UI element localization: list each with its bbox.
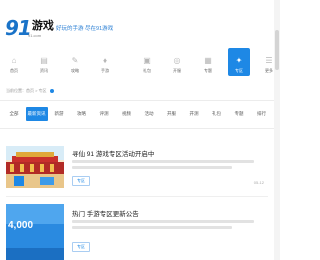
gift-icon: ▣: [143, 56, 151, 65]
page-scrollbar[interactable]: [274, 0, 280, 260]
tab-10[interactable]: 专题: [228, 107, 250, 121]
tab-9[interactable]: 礼包: [206, 107, 228, 121]
nav-item-0[interactable]: ⌂ 首页: [3, 48, 25, 78]
article-item[interactable]: 寻仙 91 游戏专区活动开启中 专区 05-12: [0, 140, 274, 192]
tab-0[interactable]: 全部: [3, 107, 25, 121]
article-tag[interactable]: 专区: [72, 242, 90, 252]
tab-3[interactable]: 攻略: [71, 107, 93, 121]
nav-item-label: 开服: [173, 68, 181, 73]
nav-item-5[interactable]: ◎ 开服: [166, 48, 188, 78]
server-icon: ◎: [173, 56, 181, 65]
nav-item-label: 资讯: [40, 68, 48, 73]
nav-item-label: 专区: [235, 68, 243, 73]
tab-4[interactable]: 评测: [93, 107, 115, 121]
nav-item-label: 更多: [265, 68, 273, 73]
scrollbar-thumb[interactable]: [275, 30, 279, 70]
tab-1[interactable]: 最新资讯: [25, 107, 48, 121]
nav-item-label: 手游: [101, 68, 109, 73]
site-header: 91 游戏 91.com 好玩的手游 尽在91游戏: [0, 0, 280, 46]
more-icon: ☰: [265, 56, 273, 65]
nav-item-4[interactable]: ▣ 礼包: [136, 48, 158, 78]
site-slogan: 好玩的手游 尽在91游戏: [56, 26, 114, 32]
tab-7[interactable]: 开服: [161, 107, 183, 121]
nav-item-1[interactable]: ▤ 资讯: [33, 48, 55, 78]
article-title[interactable]: 热门 手游专区更新公告: [72, 208, 139, 218]
nav-item-2[interactable]: ✎ 攻略: [64, 48, 86, 78]
article-item[interactable]: 4,000 热门 手游专区更新公告 专区: [0, 200, 274, 260]
divider: [0, 100, 274, 101]
breadcrumb-text: 当前位置：首页 > 专区: [6, 88, 47, 93]
news-icon: ▤: [40, 56, 48, 65]
nav-item-label: 礼包: [143, 68, 151, 73]
logo-number: 91: [5, 16, 32, 40]
thumbnail-number: 4,000: [8, 220, 34, 231]
nav-item-label: 攻略: [71, 68, 79, 73]
nav-item-label: 专题: [204, 68, 212, 73]
tab-11[interactable]: 排行: [251, 107, 273, 121]
article-date: 05-12: [253, 180, 264, 185]
article-summary: [72, 160, 262, 174]
article-thumbnail[interactable]: [6, 146, 64, 188]
logo-text: 游戏: [31, 19, 54, 32]
tab-6[interactable]: 活动: [138, 107, 160, 121]
breadcrumb: 当前位置：首页 > 专区: [6, 88, 54, 94]
tab-8[interactable]: 开测: [183, 107, 205, 121]
article-title[interactable]: 寻仙 91 游戏专区活动开启中: [72, 148, 154, 158]
tab-5[interactable]: 视频: [116, 107, 138, 121]
home-icon: ⌂: [11, 56, 17, 65]
topic-icon: ▦: [204, 56, 212, 65]
breadcrumb-dot-icon: [49, 88, 54, 93]
game-icon: ♦: [102, 56, 108, 65]
logo-subtext: 91.com: [28, 33, 42, 38]
nav-item-6[interactable]: ▦ 专题: [197, 48, 219, 78]
tabs-divider: [0, 128, 274, 129]
nav-item-7[interactable]: ✦ 专区: [228, 48, 250, 76]
main-nav: ⌂ 首页 ▤ 资讯 ✎ 攻略 ♦ 手游 ▣ 礼包 ◎ 开服 ▦ 专题 ✦ 专区 ☰ 更多: [0, 48, 280, 82]
tab-2[interactable]: 新游: [48, 107, 70, 121]
category-tabs: 全部 最新资讯 新游 攻略 评测 视频 活动 开服 开测 礼包 专题 排行: [0, 107, 274, 121]
article-summary: [72, 220, 262, 234]
nav-item-3[interactable]: ♦ 手游: [94, 48, 116, 78]
nav-item-label: 首页: [10, 68, 18, 73]
article-tag[interactable]: 专区: [72, 176, 90, 186]
article-separator: [6, 196, 268, 197]
guide-icon: ✎: [71, 56, 79, 65]
article-thumbnail[interactable]: 4,000: [6, 204, 64, 260]
zone-icon: ✦: [235, 56, 243, 65]
